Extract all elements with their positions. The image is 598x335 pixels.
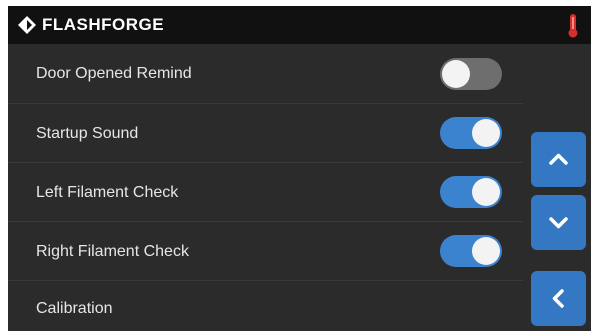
flashforge-logo-icon: [18, 16, 36, 34]
setting-label: Left Filament Check: [36, 184, 179, 201]
back-button[interactable]: [531, 271, 586, 326]
setting-label: Right Filament Check: [36, 243, 189, 260]
door-opened-remind-toggle[interactable]: [440, 58, 502, 90]
thermometer-icon: [568, 14, 578, 38]
brand-name: FLASHFORGE: [42, 15, 165, 34]
setting-label: Calibration: [36, 300, 113, 317]
setting-label: Door Opened Remind: [36, 65, 192, 82]
left-filament-check-toggle[interactable]: [440, 176, 502, 208]
toggle-knob: [472, 237, 500, 265]
chevron-down-icon: [549, 217, 568, 229]
setting-row-right-filament-check: Right Filament Check: [8, 222, 523, 281]
printer-screen: FLASHFORGE Door Opened Remind Startup So…: [8, 6, 591, 331]
setting-row-calibration[interactable]: Calibration: [8, 281, 523, 331]
chevron-left-icon: [552, 289, 564, 308]
right-filament-check-toggle[interactable]: [440, 235, 502, 267]
setting-label: Startup Sound: [36, 125, 139, 142]
header-bar: FLASHFORGE: [8, 6, 591, 44]
setting-row-startup-sound: Startup Sound: [8, 104, 523, 163]
setting-row-door-opened-remind: Door Opened Remind: [8, 44, 523, 103]
toggle-knob: [472, 178, 500, 206]
chevron-up-icon: [549, 153, 568, 165]
toggle-knob: [442, 60, 470, 88]
scroll-up-button[interactable]: [531, 132, 586, 187]
toggle-knob: [472, 119, 500, 147]
setting-row-left-filament-check: Left Filament Check: [8, 163, 523, 222]
startup-sound-toggle[interactable]: [440, 117, 502, 149]
scroll-down-button[interactable]: [531, 195, 586, 250]
